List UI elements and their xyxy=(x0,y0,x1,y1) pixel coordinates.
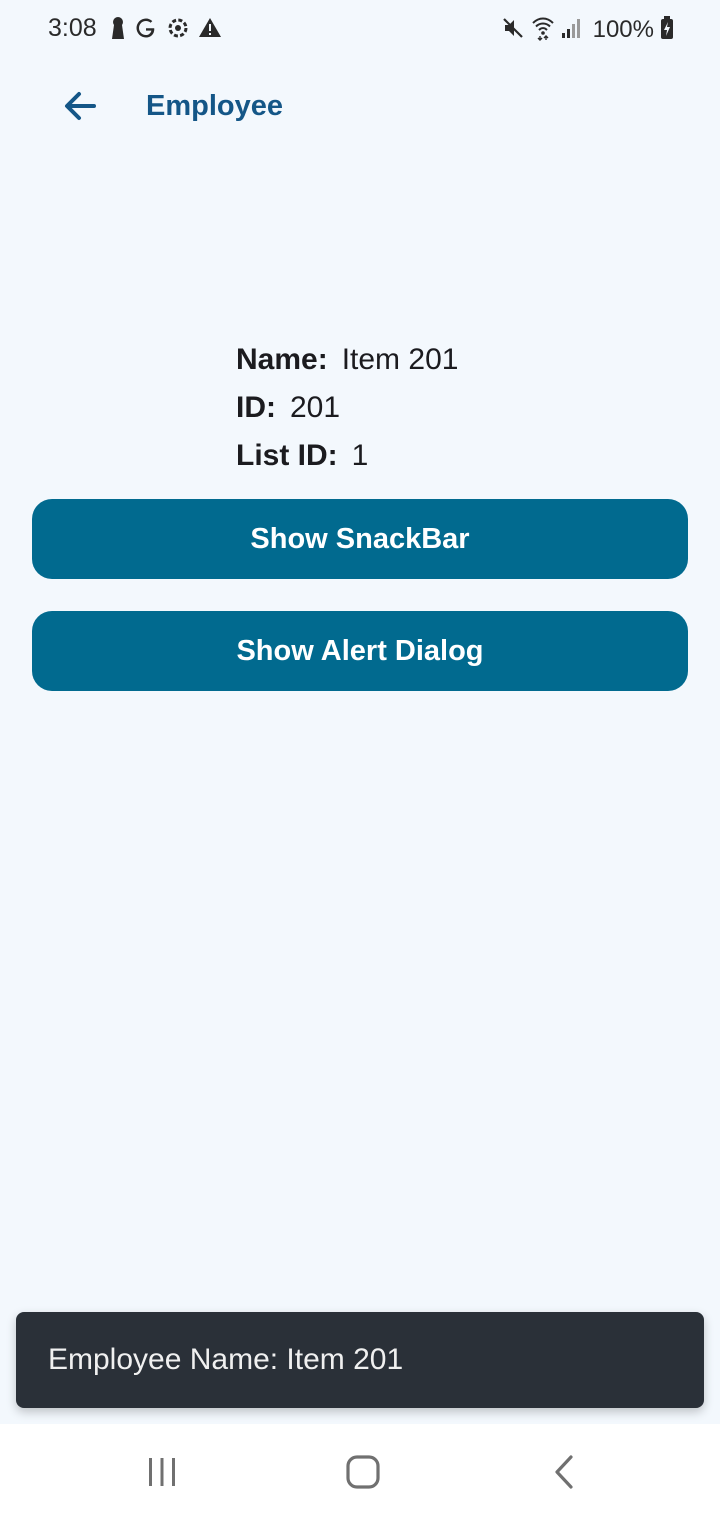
employee-details: Name: Item 201 ID: 201 List ID: 1 xyxy=(236,336,458,480)
id-row: ID: 201 xyxy=(236,384,458,432)
back-icon xyxy=(549,1454,581,1495)
wifi-icon xyxy=(531,15,555,46)
id-label: ID: xyxy=(236,391,276,424)
list-id-label: List ID: xyxy=(236,439,338,472)
id-value: 201 xyxy=(290,391,341,424)
recent-apps-button[interactable] xyxy=(132,1446,192,1502)
battery-icon xyxy=(660,15,674,45)
top-app-bar: Employee xyxy=(0,70,720,146)
status-bar: 3:08 100% xyxy=(0,0,720,60)
home-icon xyxy=(345,1454,381,1495)
signal-icon xyxy=(561,17,583,44)
snackbar: Employee Name: Item 201 xyxy=(16,1312,704,1408)
page-title: Employee xyxy=(146,90,283,122)
list-id-row: List ID: 1 xyxy=(236,432,458,480)
name-label: Name: xyxy=(236,343,328,376)
system-back-button[interactable] xyxy=(535,1446,595,1502)
show-alert-dialog-button[interactable]: Show Alert Dialog xyxy=(32,611,688,691)
status-notification-icons xyxy=(110,16,222,44)
recent-apps-icon xyxy=(146,1456,178,1493)
status-time: 3:08 xyxy=(48,14,97,42)
status-system-icons: 100% xyxy=(501,15,674,46)
mute-icon xyxy=(501,16,525,45)
system-nav-bar xyxy=(0,1424,720,1520)
home-button[interactable] xyxy=(333,1446,393,1502)
back-button[interactable] xyxy=(52,80,108,136)
arrow-left-icon xyxy=(62,88,98,129)
show-snackbar-button[interactable]: Show SnackBar xyxy=(32,499,688,579)
settings-notification-icon xyxy=(166,16,190,45)
list-id-value: 1 xyxy=(351,439,369,472)
keyhole-notification-icon xyxy=(110,16,126,45)
name-value: Item 201 xyxy=(341,343,459,376)
snackbar-message: Employee Name: Item 201 xyxy=(48,1343,404,1376)
warning-icon xyxy=(198,16,222,45)
google-icon xyxy=(134,16,158,45)
name-row: Name: Item 201 xyxy=(236,336,458,384)
battery-percentage: 100% xyxy=(592,16,654,43)
